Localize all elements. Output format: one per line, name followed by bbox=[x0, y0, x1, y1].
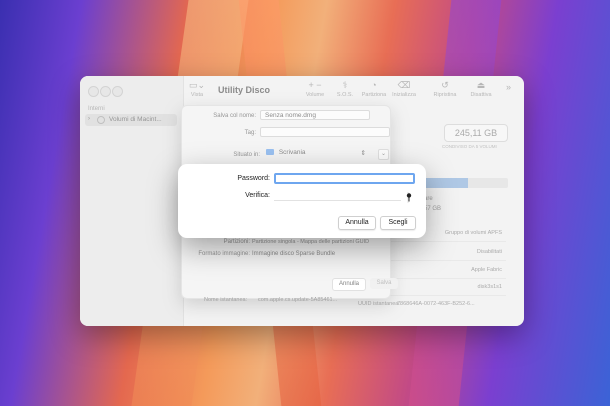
verify-field[interactable] bbox=[274, 190, 401, 201]
dialog-cancel-button[interactable]: Annulla bbox=[338, 216, 376, 230]
verify-label: Verifica: bbox=[245, 192, 270, 199]
password-label: Password: bbox=[237, 175, 270, 182]
password-assistant-key-icon[interactable] bbox=[403, 190, 413, 203]
dialog-choose-button[interactable]: Scegli bbox=[380, 216, 416, 230]
password-field[interactable] bbox=[274, 173, 415, 184]
